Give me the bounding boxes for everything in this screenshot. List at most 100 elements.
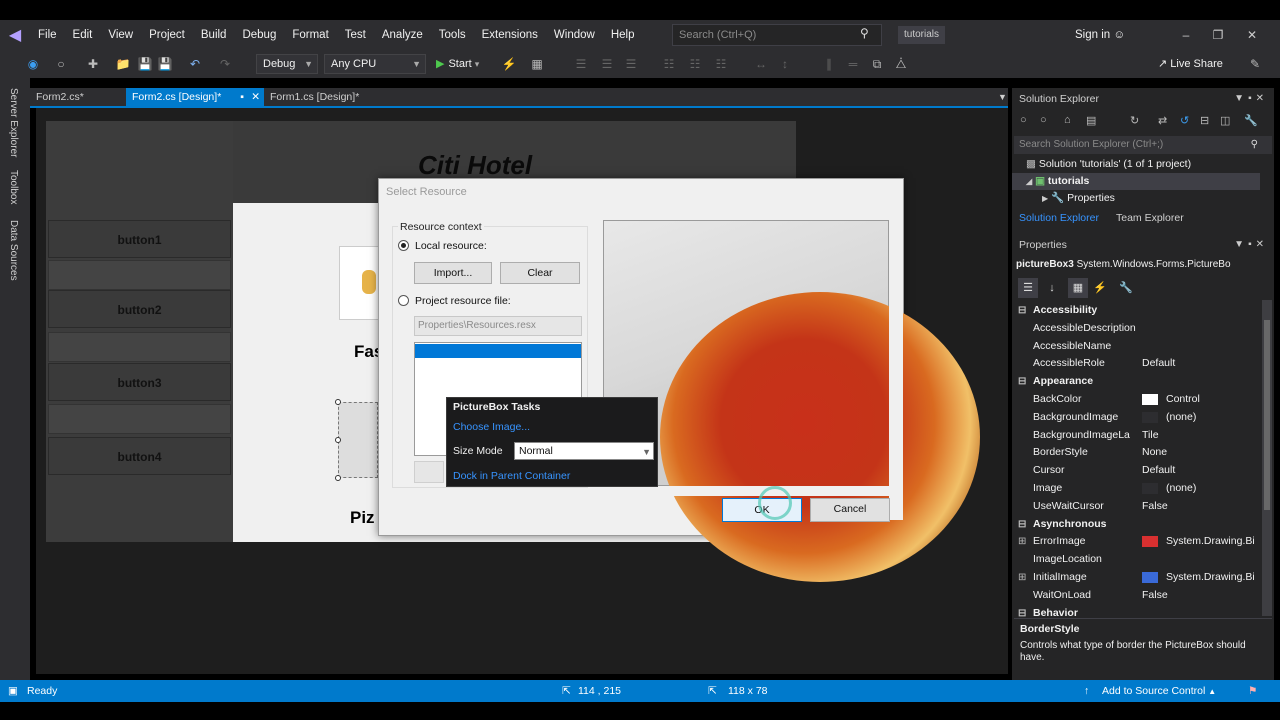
menu-test[interactable]: Test [337,20,374,50]
property-row[interactable]: ImageLocation [1014,551,1260,569]
property-value[interactable]: False [1142,587,1260,605]
collapse-icon[interactable]: ⊟ [1018,373,1026,391]
menu-extensions[interactable]: Extensions [474,20,546,50]
menu-build[interactable]: Build [193,20,235,50]
property-category[interactable]: ⊟ Asynchronous [1014,516,1260,534]
dropdown-icon[interactable]: ▼ [1234,239,1248,250]
local-resource-label[interactable]: Local resource: [415,240,487,252]
property-value[interactable]: (none) [1142,409,1260,427]
menu-analyze[interactable]: Analyze [374,20,431,50]
events-icon[interactable]: ⚡ [1090,278,1110,298]
import-button[interactable]: Import... [414,262,492,284]
configuration-dropdown[interactable]: Debug ▼ [256,54,318,74]
properties-view-icon[interactable]: ▦ [1068,278,1088,298]
server-explorer-tab[interactable]: Server Explorer [8,88,19,157]
menu-format[interactable]: Format [284,20,336,50]
align-bottoms-icon[interactable]: ☷ [712,55,730,73]
live-share-button[interactable]: ↗ Live Share [1158,54,1223,74]
choose-image-link[interactable]: Choose Image... [453,421,530,433]
import-project-button[interactable] [414,461,444,483]
property-value[interactable]: False [1142,498,1260,516]
categorized-icon[interactable]: ☰ [1018,278,1038,298]
size-mode-dropdown[interactable]: Normal ▼ [514,442,654,460]
resize-handle[interactable] [335,475,341,481]
navigate-back-icon[interactable]: ◉ [24,55,42,73]
tree-solution[interactable]: ▩ Solution 'tutorials' (1 of 1 project) [1012,156,1260,173]
property-row[interactable]: Cursor Default [1014,462,1260,480]
tab-team-explorer[interactable]: Team Explorer [1116,210,1184,226]
menu-tools[interactable]: Tools [431,20,474,50]
menu-help[interactable]: Help [603,20,643,50]
resource-list-selected-item[interactable] [415,344,581,358]
make-same-height-icon[interactable]: ↕ [776,55,794,73]
undo-icon[interactable]: ↶ [186,55,204,73]
expand-icon[interactable]: ⊞ [1018,533,1026,551]
collapse-icon[interactable]: ▶ [1042,194,1048,203]
pin-icon[interactable]: ▪ [1248,239,1256,250]
form-button4[interactable]: button4 [48,437,231,475]
menu-file[interactable]: File [30,20,65,50]
property-category[interactable]: ⊟ Accessibility [1014,302,1260,320]
property-value[interactable]: Tile [1142,427,1260,445]
tab-form1-design[interactable]: Form1.cs [Design]* [264,88,365,106]
tree-properties[interactable]: ▶ 🔧 Properties [1012,190,1260,207]
form-button2[interactable]: button2 [48,290,231,328]
solution-explorer-search[interactable]: Search Solution Explorer (Ctrl+;) ⚲ [1014,136,1272,154]
property-value[interactable]: (none) [1142,480,1260,498]
form-button1[interactable]: button1 [48,220,231,258]
dropdown-icon[interactable]: ▼ [1234,93,1248,104]
home-icon[interactable]: ⌂ [1064,114,1071,126]
tab-solution-explorer[interactable]: Solution Explorer [1019,210,1099,226]
property-row[interactable]: BackgroundImageLa Tile [1014,427,1260,445]
align-rights-icon[interactable]: ☰ [622,55,640,73]
save-all-icon[interactable]: 💾 [156,55,174,73]
property-object-selector[interactable]: pictureBox3 System.Windows.Forms.Picture… [1016,257,1260,273]
close-tab-icon[interactable]: ✕ [251,88,260,106]
property-row[interactable]: BorderStyle None [1014,444,1260,462]
property-row[interactable]: WaitOnLoad False [1014,587,1260,605]
add-to-source-control[interactable]: Add to Source Control ▲ [1102,680,1216,703]
resize-handle[interactable] [335,399,341,405]
property-value[interactable]: Control [1142,391,1260,409]
back-icon[interactable]: ○ [1020,114,1027,126]
pending-changes-icon[interactable]: ↻ [1130,114,1139,127]
local-resource-radio[interactable] [398,240,409,251]
collapse-all-icon[interactable]: ⊟ [1200,114,1209,127]
cancel-button[interactable]: Cancel [810,498,890,522]
collapse-icon[interactable]: ⊟ [1018,302,1026,320]
spacing-icon[interactable]: ∥ [820,55,838,73]
close-icon[interactable]: ✕ [1236,20,1268,50]
align-lefts-icon[interactable]: ☰ [572,55,590,73]
sync-icon[interactable]: ⇄ [1158,114,1167,127]
save-icon[interactable]: 💾 [136,55,154,73]
start-debugging-button[interactable]: ▶ Start ▾ [436,54,479,74]
make-same-width-icon[interactable]: ↔ [752,55,770,73]
redo-icon[interactable]: ↷ [216,55,234,73]
platform-dropdown[interactable]: Any CPU ▼ [324,54,426,74]
spacing-vertical-icon[interactable]: ═ [844,55,862,73]
property-row[interactable]: UseWaitCursor False [1014,498,1260,516]
notification-icon[interactable]: ⚑ [1248,680,1257,702]
property-row[interactable]: BackgroundImage (none) [1014,409,1260,427]
pizza-label[interactable]: Piz [350,508,375,528]
align-middles-icon[interactable]: ☷ [686,55,704,73]
search-input[interactable]: Search (Ctrl+Q) [672,24,882,46]
clear-button[interactable]: Clear [500,262,580,284]
toolbox-tab[interactable]: Toolbox [8,170,19,204]
sign-in-link[interactable]: Sign in ☺ [1075,20,1125,50]
property-value[interactable]: None [1142,444,1260,462]
menu-window[interactable]: Window [546,20,603,50]
switch-views-icon[interactable]: ▤ [1086,114,1096,127]
property-value[interactable]: Default [1142,462,1260,480]
menu-project[interactable]: Project [141,20,193,50]
property-category[interactable]: ⊟ Appearance [1014,373,1260,391]
show-all-files-icon[interactable]: ◫ [1220,114,1230,127]
property-row[interactable]: Image (none) [1014,480,1260,498]
toolbox-icon[interactable]: ▦ [528,55,546,73]
expand-icon[interactable]: ⊞ [1018,569,1026,587]
feedback-icon[interactable]: ✎ [1246,55,1264,73]
property-row[interactable]: AccessibleName [1014,338,1260,356]
forward-icon[interactable]: ○ [1040,114,1047,126]
restore-icon[interactable]: ❐ [1202,20,1234,50]
refresh-icon[interactable]: ↺ [1180,114,1189,127]
